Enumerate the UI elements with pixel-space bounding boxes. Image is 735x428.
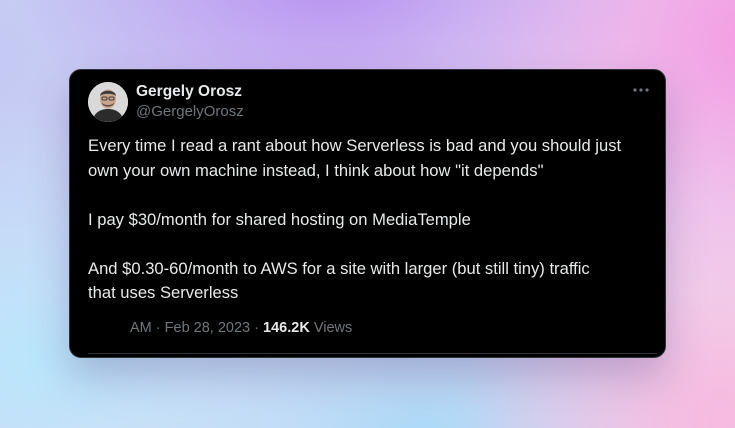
tweet-date[interactable]: Feb 28, 2023 — [165, 320, 250, 336]
meta-separator: · — [254, 320, 259, 336]
tweet-paragraph: I pay $30/month for shared hosting on Me… — [88, 209, 471, 229]
divider — [88, 353, 657, 354]
tweet-meta: AM · Feb 28, 2023 · 146.2K Views — [130, 318, 352, 338]
more-horizontal-icon[interactable] — [631, 82, 651, 98]
tweet-time[interactable]: AM — [130, 320, 152, 336]
author-handle[interactable]: @GergelyOrosz — [136, 102, 244, 122]
meta-separator: · — [155, 320, 161, 336]
author-name[interactable]: Gergely Orosz — [136, 82, 242, 102]
avatar-image — [88, 82, 128, 122]
views-label: Views — [313, 320, 353, 336]
avatar[interactable] — [88, 82, 128, 122]
views-count[interactable]: 146.2K — [263, 320, 310, 336]
tweet-card: Gergely Orosz @GergelyOrosz Every time I… — [69, 69, 666, 358]
tweet-paragraph: And $0.30-60/month to AWS for a site wit… — [88, 258, 590, 303]
tweet-text: Every time I read a rant about how Serve… — [88, 134, 653, 306]
tweet-paragraph: Every time I read a rant about how Serve… — [88, 136, 622, 180]
